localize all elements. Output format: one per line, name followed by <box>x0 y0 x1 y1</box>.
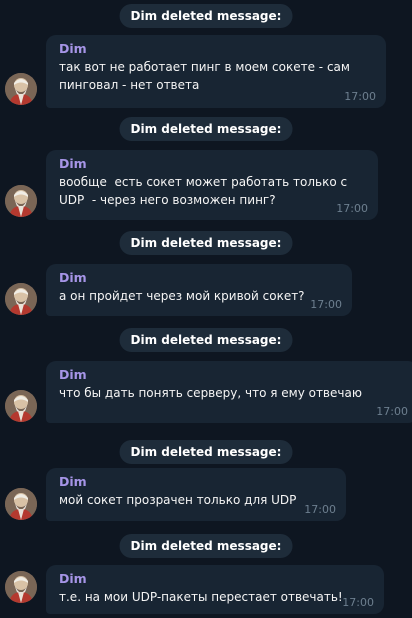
message-time: 17:00 <box>336 202 368 215</box>
deleted-message-notice: Dim deleted message: <box>119 328 293 352</box>
avatar[interactable] <box>5 283 37 315</box>
deleted-message-notice: Dim deleted message: <box>119 440 293 464</box>
avatar[interactable] <box>5 488 37 520</box>
message-bubble[interactable]: Dim что бы дать понять серверу, что я ем… <box>46 361 412 423</box>
message-text: мой сокет прозрачен только для UDP <box>59 493 297 507</box>
message-sender[interactable]: Dim <box>59 367 408 383</box>
deleted-message-notice: Dim deleted message: <box>119 117 293 141</box>
avatar[interactable] <box>5 571 37 603</box>
message-sender[interactable]: Dim <box>59 474 336 490</box>
message-time: 17:00 <box>344 90 376 103</box>
avatar[interactable] <box>5 390 37 422</box>
message-bubble[interactable]: Dim мой сокет прозрачен только для UDP 1… <box>46 468 346 521</box>
message-time: 17:00 <box>342 596 374 609</box>
deleted-message-notice: Dim deleted message: <box>119 534 293 558</box>
message-sender[interactable]: Dim <box>59 41 376 57</box>
message-text: а он пройдет через мой кривой сокет? <box>59 289 305 303</box>
message-text: вообще есть сокет может работать только … <box>59 175 351 207</box>
message-sender[interactable]: Dim <box>59 270 342 286</box>
message-time: 17:00 <box>376 405 408 418</box>
message-time: 17:00 <box>310 298 342 311</box>
message-time: 17:00 <box>304 503 336 516</box>
message-text: т.е. на мои UDP-пакеты перестает отвечат… <box>59 590 343 604</box>
message-bubble[interactable]: Dim т.е. на мои UDP-пакеты перестает отв… <box>46 565 384 614</box>
message-bubble[interactable]: Dim а он пройдет через мой кривой сокет?… <box>46 264 352 316</box>
deleted-message-notice: Dim deleted message: <box>119 231 293 255</box>
message-text: так вот не работает пинг в моем сокете -… <box>59 60 354 92</box>
deleted-message-notice: Dim deleted message: <box>119 4 293 28</box>
message-bubble[interactable]: Dim вообще есть сокет может работать тол… <box>46 150 378 220</box>
message-bubble[interactable]: Dim так вот не работает пинг в моем соке… <box>46 35 386 108</box>
message-sender[interactable]: Dim <box>59 571 374 587</box>
message-sender[interactable]: Dim <box>59 156 368 172</box>
message-text: что бы дать понять серверу, что я ему от… <box>59 386 362 400</box>
avatar[interactable] <box>5 73 37 105</box>
chat-history: Dim deleted message: Dim так вот не рабо… <box>0 0 412 618</box>
avatar[interactable] <box>5 185 37 217</box>
